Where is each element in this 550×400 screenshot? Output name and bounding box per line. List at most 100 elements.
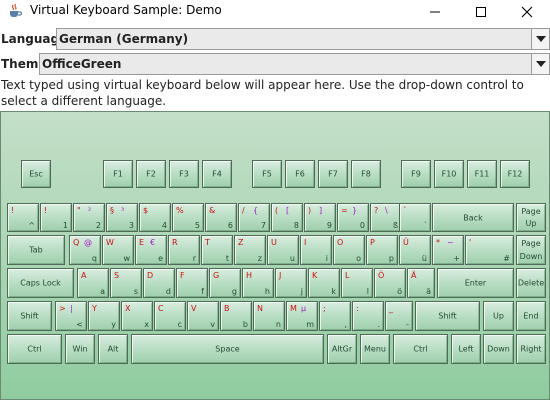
key-u[interactable]: Uu — [267, 235, 299, 265]
key-z[interactable]: Zz — [234, 235, 266, 265]
theme-dropdown-arrow[interactable] — [531, 54, 549, 74]
key-caret[interactable]: ! ^ — [7, 203, 39, 232]
key-ctrl-right[interactable]: Ctrl — [393, 334, 448, 364]
key-hash[interactable]: ' # — [465, 235, 514, 265]
key-v[interactable]: Vv — [187, 301, 219, 331]
key-m[interactable]: Mµm — [286, 301, 318, 331]
theme-dropdown[interactable]: OfficeGreen — [39, 53, 550, 75]
key-f3[interactable]: F3 — [169, 160, 199, 188]
key-0[interactable]: =} 0 — [337, 203, 369, 232]
key-esc[interactable]: Esc — [21, 160, 51, 188]
key-delete[interactable]: Delete — [516, 268, 546, 298]
java-cup-icon — [10, 3, 23, 17]
key-page-down[interactable]: Page Down — [516, 235, 546, 265]
key-b[interactable]: Bb — [220, 301, 252, 331]
key-down[interactable]: Down — [483, 334, 514, 364]
key-menu[interactable]: Menu — [360, 334, 390, 364]
key-n[interactable]: Nn — [253, 301, 285, 331]
key-f5[interactable]: F5 — [252, 160, 282, 188]
key-tab[interactable]: Tab — [7, 235, 65, 265]
maximize-icon — [476, 6, 486, 17]
key-f12[interactable]: F12 — [500, 160, 530, 188]
key-o-umlaut[interactable]: Öö — [374, 268, 406, 298]
close-button[interactable] — [504, 0, 550, 23]
key-q[interactable]: Q @ q — [69, 235, 101, 265]
key-sharp-s[interactable]: ? \ ß — [370, 203, 402, 232]
key-back[interactable]: Back — [432, 203, 514, 232]
key-end[interactable]: End — [516, 301, 546, 331]
key-i[interactable]: Ii — [300, 235, 332, 265]
key-win[interactable]: Win — [65, 334, 95, 364]
key-right[interactable]: Right — [516, 334, 546, 364]
close-icon — [521, 6, 533, 17]
key-enter[interactable]: Enter — [437, 268, 514, 298]
key-a-umlaut[interactable]: Ää — [407, 268, 435, 298]
key-u-umlaut[interactable]: Üü — [399, 235, 431, 265]
key-e[interactable]: E € e — [135, 235, 167, 265]
minimize-button[interactable] — [412, 0, 458, 23]
key-x[interactable]: Xx — [121, 301, 153, 331]
theme-value: OfficeGreen — [42, 57, 122, 71]
key-4[interactable]: $4 — [139, 203, 171, 232]
key-minus[interactable]: _ - — [385, 301, 413, 331]
key-f7[interactable]: F7 — [318, 160, 348, 188]
key-f4[interactable]: F4 — [202, 160, 232, 188]
key-space[interactable]: Space — [131, 334, 324, 364]
key-f9[interactable]: F9 — [401, 160, 431, 188]
key-l[interactable]: Ll — [341, 268, 373, 298]
key-p[interactable]: Pp — [366, 235, 398, 265]
chevron-down-icon — [535, 61, 546, 67]
key-left[interactable]: Left — [451, 334, 481, 364]
key-w[interactable]: Ww — [102, 235, 134, 265]
key-j[interactable]: Jj — [275, 268, 307, 298]
key-period[interactable]: :. — [352, 301, 384, 331]
language-value: German (Germany) — [59, 32, 189, 46]
key-t[interactable]: Tt — [201, 235, 233, 265]
key-alt[interactable]: Alt — [98, 334, 128, 364]
language-dropdown[interactable]: German (Germany) — [56, 28, 550, 50]
key-plus[interactable]: * ~ + — [432, 235, 464, 265]
key-altgr[interactable]: AltGr — [327, 334, 357, 364]
virtual-keyboard: Esc F1 F2 F3 F4 F5 F6 F7 F8 F9 F10 F11 F… — [0, 111, 550, 400]
key-f[interactable]: Ff — [176, 268, 208, 298]
key-c[interactable]: Cc — [154, 301, 186, 331]
key-3[interactable]: § ³ 3 — [106, 203, 138, 232]
key-page-up[interactable]: Page Up — [516, 203, 546, 232]
key-shift-right[interactable]: Shift — [415, 301, 480, 331]
key-caps-lock[interactable]: Caps Lock — [7, 268, 74, 298]
key-1[interactable]: ! 1 — [40, 203, 72, 232]
key-d[interactable]: Dd — [143, 268, 175, 298]
key-f10[interactable]: F10 — [434, 160, 464, 188]
typed-text-area[interactable]: Text typed using virtual keyboard below … — [0, 77, 547, 109]
title-bar: Virtual Keyboard Sample: Demo — [0, 0, 550, 23]
key-7[interactable]: /{7 — [238, 203, 270, 232]
maximize-button[interactable] — [458, 0, 504, 23]
key-y[interactable]: Yy — [88, 301, 120, 331]
key-k[interactable]: Kk — [308, 268, 340, 298]
window-title: Virtual Keyboard Sample: Demo — [30, 3, 222, 17]
key-5[interactable]: % 5 — [172, 203, 204, 232]
key-shift-left[interactable]: Shift — [7, 301, 52, 331]
key-a[interactable]: Aa — [77, 268, 109, 298]
key-f2[interactable]: F2 — [136, 160, 166, 188]
key-2[interactable]: " ² 2 — [73, 203, 105, 232]
key-ctrl-left[interactable]: Ctrl — [7, 334, 62, 364]
key-f11[interactable]: F11 — [467, 160, 497, 188]
minimize-icon — [430, 11, 440, 12]
language-dropdown-arrow[interactable] — [531, 29, 549, 49]
key-acute[interactable]: ` ´ — [399, 203, 431, 232]
key-9[interactable]: )] 9 — [304, 203, 336, 232]
key-g[interactable]: Gg — [209, 268, 241, 298]
key-6[interactable]: & 6 — [205, 203, 237, 232]
key-comma[interactable]: ;, — [319, 301, 351, 331]
key-up[interactable]: Up — [483, 301, 514, 331]
key-r[interactable]: Rr — [168, 235, 200, 265]
key-8[interactable]: ([8 — [271, 203, 303, 232]
key-s[interactable]: Ss — [110, 268, 142, 298]
key-f1[interactable]: F1 — [103, 160, 133, 188]
key-f8[interactable]: F8 — [351, 160, 381, 188]
key-less-than[interactable]: > | < — [55, 301, 87, 331]
key-f6[interactable]: F6 — [285, 160, 315, 188]
key-h[interactable]: Hh — [242, 268, 274, 298]
key-o[interactable]: Oo — [333, 235, 365, 265]
